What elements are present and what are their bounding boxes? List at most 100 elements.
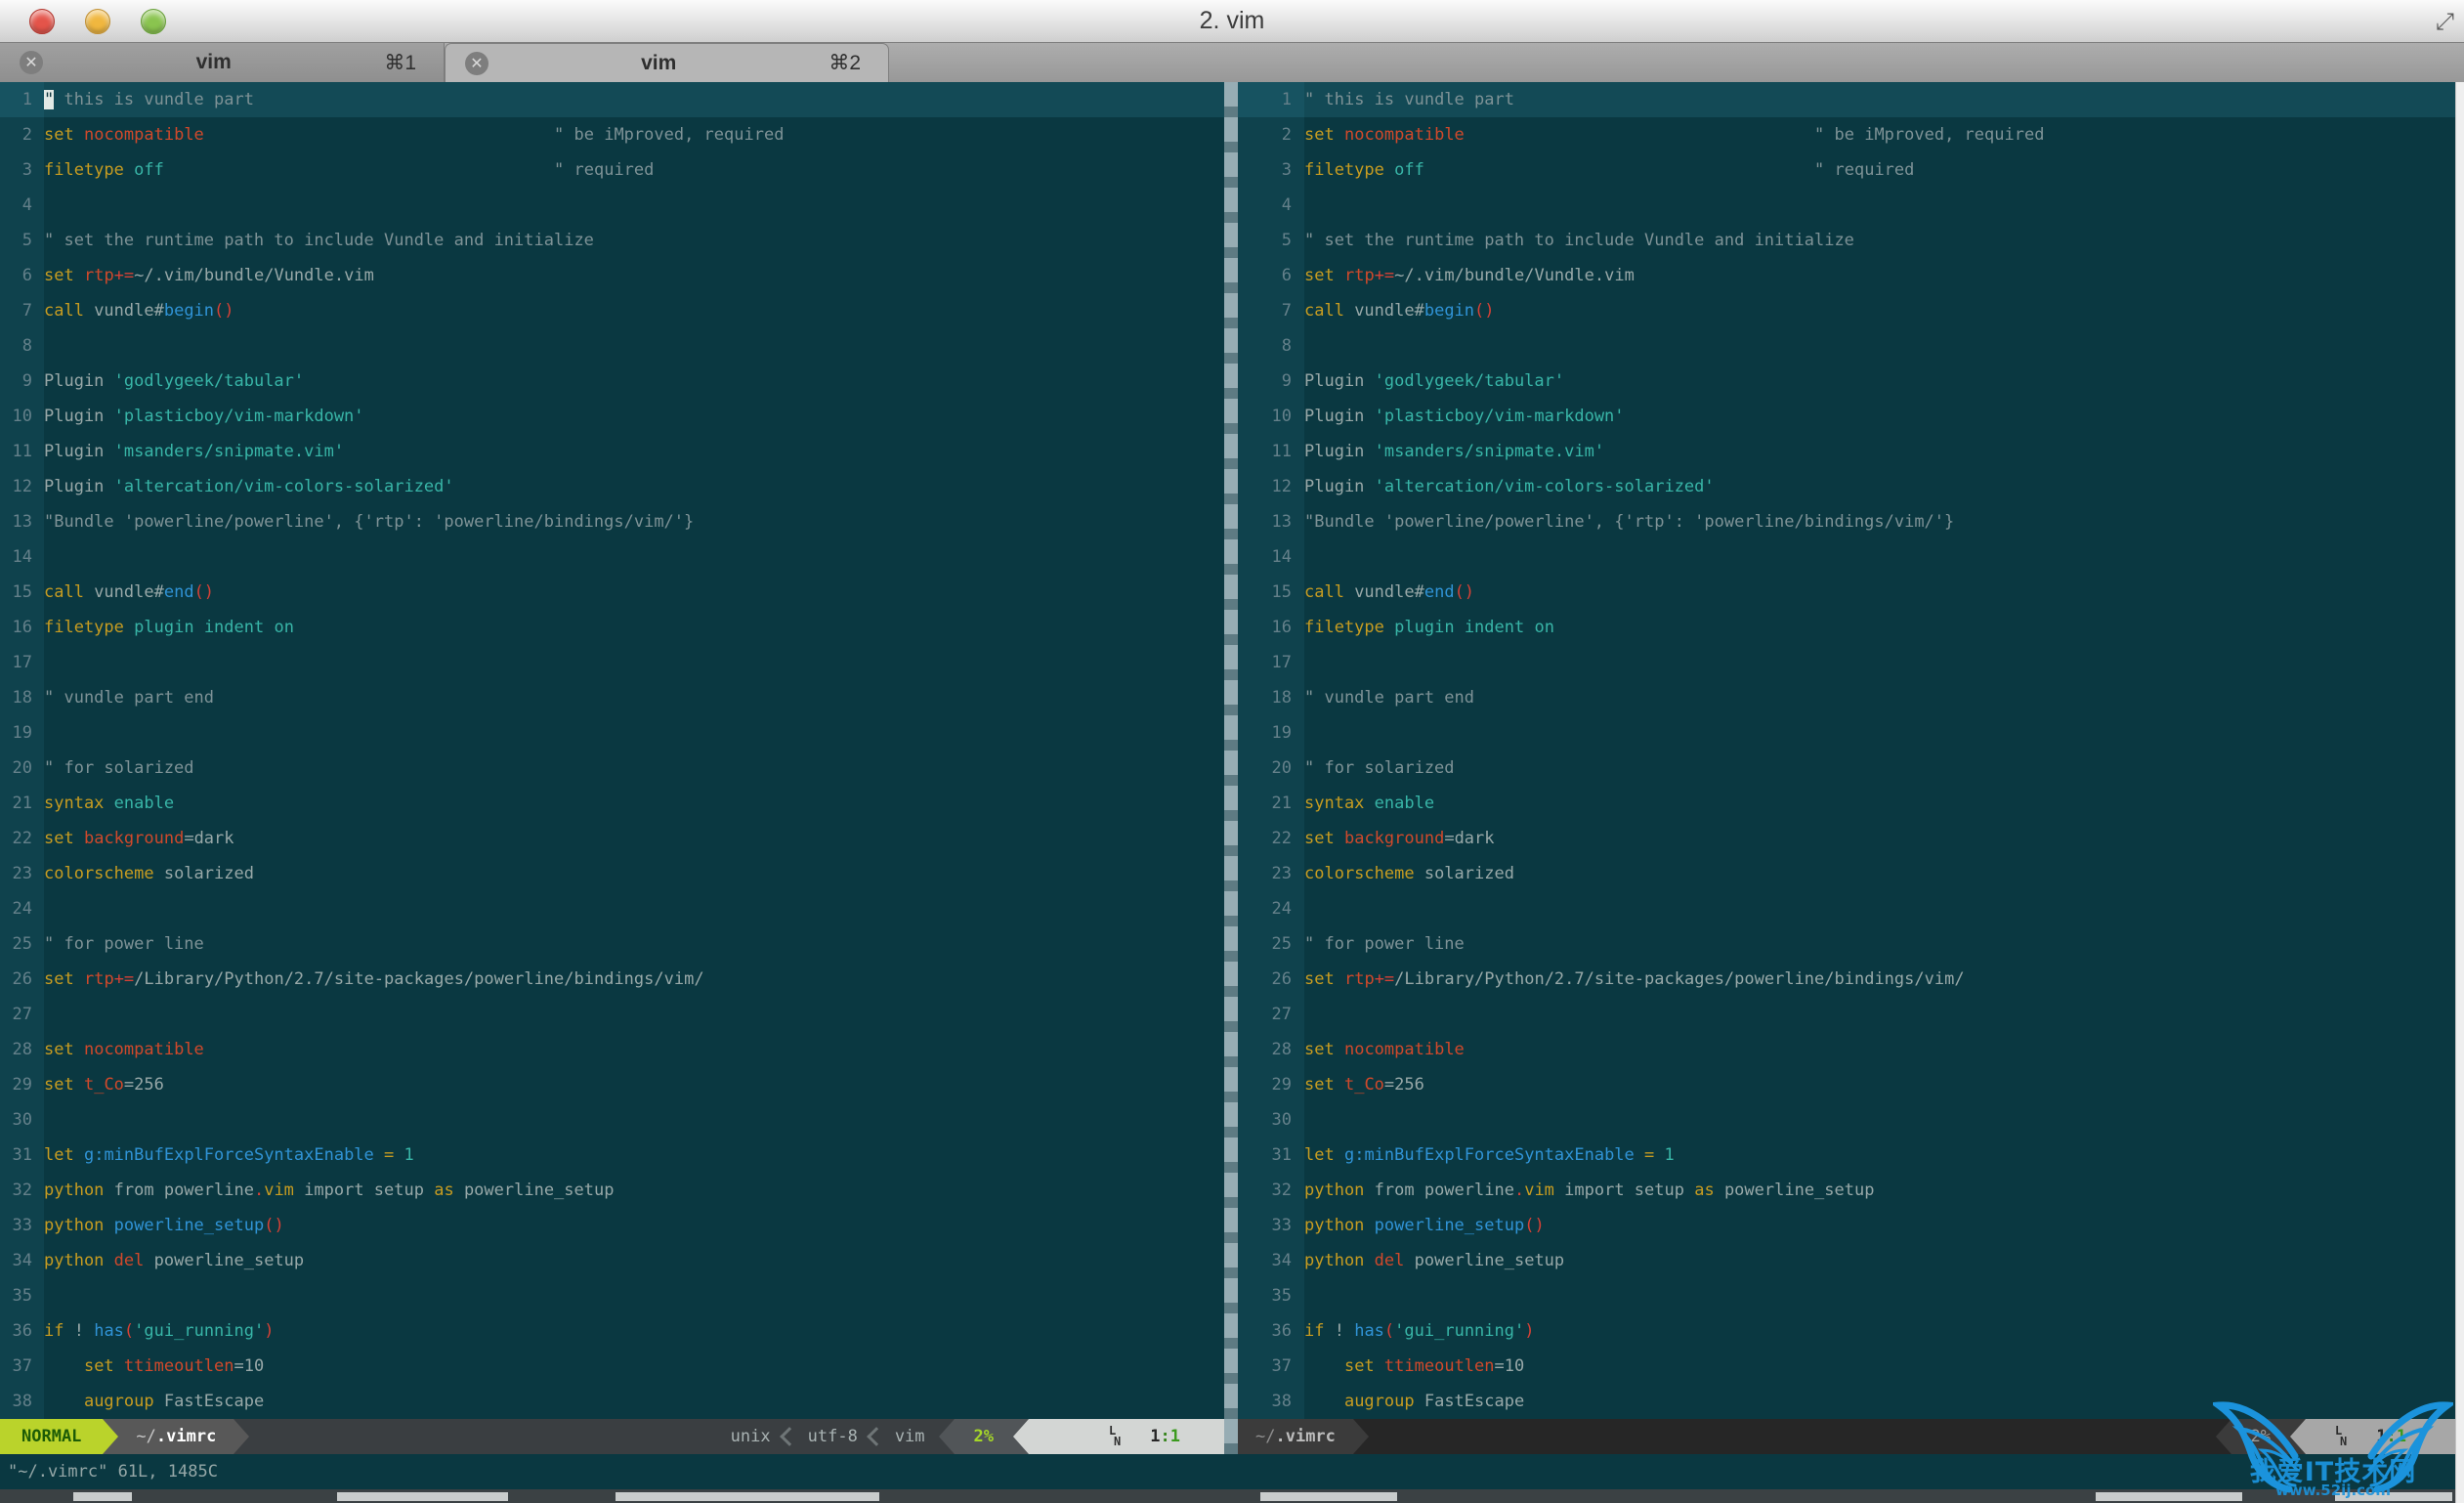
- code-line[interactable]: 18 " vundle part end: [0, 680, 1224, 715]
- code-line[interactable]: 24: [1238, 891, 2455, 926]
- code-line[interactable]: 22 set background=dark: [1238, 821, 2455, 856]
- code-text: if ! has('gui_running'): [1304, 1321, 1535, 1341]
- code-line[interactable]: 32 python from powerline.vim import setup…: [1238, 1173, 2455, 1208]
- filetype-indicator: vim: [894, 1427, 925, 1446]
- code-line[interactable]: 38 augroup FastEscape: [1238, 1384, 2455, 1419]
- code-line[interactable]: 10 Plugin 'plasticboy/vim-markdown': [1238, 399, 2455, 434]
- code-text: filetype off " required: [1304, 160, 1915, 180]
- code-line[interactable]: 17: [1238, 645, 2455, 680]
- code-line[interactable]: 1 " this is vundle part: [0, 82, 1224, 117]
- code-line[interactable]: 13 "Bundle 'powerline/powerline', {'rtp':…: [0, 504, 1224, 539]
- code-line[interactable]: 25 " for power line: [1238, 926, 2455, 962]
- code-line[interactable]: 3 filetype off " required: [0, 152, 1224, 188]
- code-line[interactable]: 29 set t_Co=256: [0, 1067, 1224, 1102]
- line-number: 12: [1238, 469, 1304, 504]
- code-line[interactable]: 12 Plugin 'altercation/vim-colors-solariz…: [1238, 469, 2455, 504]
- code-line[interactable]: 27: [1238, 997, 2455, 1032]
- vim-pane-right[interactable]: 1 " this is vundle part 2 set nocompatible …: [1238, 82, 2455, 1419]
- code-line[interactable]: 37 set ttimeoutlen=10: [1238, 1349, 2455, 1384]
- code-line[interactable]: 9 Plugin 'godlygeek/tabular': [1238, 364, 2455, 399]
- tab-close-icon[interactable]: ✕: [20, 51, 43, 74]
- code-line[interactable]: 32 python from powerline.vim import setup…: [0, 1173, 1224, 1208]
- code-line[interactable]: 38 augroup FastEscape: [0, 1384, 1224, 1419]
- code-line[interactable]: 26 set rtp+=/Library/Python/2.7/site-pack…: [0, 962, 1224, 997]
- code-text: set background=dark: [44, 829, 234, 848]
- code-line[interactable]: 27: [0, 997, 1224, 1032]
- code-line[interactable]: 6 set rtp+=~/.vim/bundle/Vundle.vim: [0, 258, 1224, 293]
- code-line[interactable]: 2 set nocompatible " be iMproved, require…: [1238, 117, 2455, 152]
- pane-divider[interactable]: [1224, 82, 1238, 1454]
- code-line[interactable]: 21 syntax enable: [1238, 786, 2455, 821]
- code-line[interactable]: 16 filetype plugin indent on: [1238, 610, 2455, 645]
- code-line[interactable]: 23 colorscheme solarized: [0, 856, 1224, 891]
- code-line[interactable]: 4: [1238, 188, 2455, 223]
- code-line[interactable]: 7 call vundle#begin(): [0, 293, 1224, 328]
- code-line[interactable]: 3 filetype off " required: [1238, 152, 2455, 188]
- code-line[interactable]: 17: [0, 645, 1224, 680]
- tab-vim-2[interactable]: ✕ vim ⌘2: [445, 43, 889, 82]
- code-line[interactable]: 6 set rtp+=~/.vim/bundle/Vundle.vim: [1238, 258, 2455, 293]
- fullscreen-icon[interactable]: ⤢: [2436, 8, 2454, 35]
- code-line[interactable]: 33 python powerline_setup(): [0, 1208, 1224, 1243]
- code-line[interactable]: 26 set rtp+=/Library/Python/2.7/site-pack…: [1238, 962, 2455, 997]
- line-number: 23: [0, 856, 44, 891]
- code-line[interactable]: 33 python powerline_setup(): [1238, 1208, 2455, 1243]
- code-line[interactable]: 36 if ! has('gui_running'): [0, 1313, 1224, 1349]
- code-line[interactable]: 19: [0, 715, 1224, 751]
- code-text: augroup FastEscape: [83, 1392, 265, 1411]
- code-line[interactable]: 14: [0, 539, 1224, 575]
- code-line[interactable]: 16 filetype plugin indent on: [0, 610, 1224, 645]
- code-line[interactable]: 36 if ! has('gui_running'): [1238, 1313, 2455, 1349]
- code-line[interactable]: 34 python del powerline_setup: [0, 1243, 1224, 1278]
- code-line[interactable]: 13 "Bundle 'powerline/powerline', {'rtp':…: [1238, 504, 2455, 539]
- code-line[interactable]: 24: [0, 891, 1224, 926]
- window-title: 2. vim: [1199, 7, 1265, 34]
- code-line[interactable]: 11 Plugin 'msanders/snipmate.vim': [0, 434, 1224, 469]
- code-line[interactable]: 8: [0, 328, 1224, 364]
- code-line[interactable]: 20 " for solarized: [0, 751, 1224, 786]
- code-line[interactable]: 28 set nocompatible: [0, 1032, 1224, 1067]
- code-line[interactable]: 14: [1238, 539, 2455, 575]
- code-line[interactable]: 8: [1238, 328, 2455, 364]
- code-line[interactable]: 22 set background=dark: [0, 821, 1224, 856]
- code-line[interactable]: 31 let g:minBufExplForceSyntaxEnable = 1: [1238, 1138, 2455, 1173]
- code-line[interactable]: 29 set t_Co=256: [1238, 1067, 2455, 1102]
- code-line[interactable]: 25 " for power line: [0, 926, 1224, 962]
- code-line[interactable]: 23 colorscheme solarized: [1238, 856, 2455, 891]
- scrollbar[interactable]: [2455, 82, 2464, 1503]
- code-text: if ! has('gui_running'): [44, 1321, 275, 1341]
- tab-shortcut: ⌘2: [828, 52, 861, 74]
- code-line[interactable]: 34 python del powerline_setup: [1238, 1243, 2455, 1278]
- code-line[interactable]: 21 syntax enable: [0, 786, 1224, 821]
- code-line[interactable]: 7 call vundle#begin(): [1238, 293, 2455, 328]
- code-line[interactable]: 9 Plugin 'godlygeek/tabular': [0, 364, 1224, 399]
- code-line[interactable]: 37 set ttimeoutlen=10: [0, 1349, 1224, 1384]
- tab-vim-1[interactable]: ✕ vim ⌘1: [0, 43, 445, 82]
- code-line[interactable]: 15 call vundle#end(): [1238, 575, 2455, 610]
- code-line[interactable]: 20 " for solarized: [1238, 751, 2455, 786]
- code-line[interactable]: 31 let g:minBufExplForceSyntaxEnable = 1: [0, 1138, 1224, 1173]
- code-line[interactable]: 1 " this is vundle part: [1238, 82, 2455, 117]
- code-line[interactable]: 35: [1238, 1278, 2455, 1313]
- code-line[interactable]: 19: [1238, 715, 2455, 751]
- code-line[interactable]: 11 Plugin 'msanders/snipmate.vim': [1238, 434, 2455, 469]
- code-text: augroup FastEscape: [1343, 1392, 1525, 1411]
- vim-pane-left[interactable]: 1 " this is vundle part 2 set nocompatible …: [0, 82, 1224, 1419]
- code-line[interactable]: 15 call vundle#end(): [0, 575, 1224, 610]
- code-line[interactable]: 18 " vundle part end: [1238, 680, 2455, 715]
- code-line[interactable]: 10 Plugin 'plasticboy/vim-markdown': [0, 399, 1224, 434]
- code-line[interactable]: 5 " set the runtime path to include Vundl…: [1238, 223, 2455, 258]
- code-text: " vundle part end: [44, 688, 214, 708]
- code-line[interactable]: 5 " set the runtime path to include Vundl…: [0, 223, 1224, 258]
- code-line[interactable]: 30: [0, 1102, 1224, 1138]
- code-line[interactable]: 28 set nocompatible: [1238, 1032, 2455, 1067]
- code-line[interactable]: 4: [0, 188, 1224, 223]
- code-line[interactable]: 12 Plugin 'altercation/vim-colors-solariz…: [0, 469, 1224, 504]
- code-line[interactable]: 2 set nocompatible " be iMproved, require…: [0, 117, 1224, 152]
- code-line[interactable]: 30: [1238, 1102, 2455, 1138]
- tab-label: vim: [195, 51, 232, 73]
- tab-close-icon[interactable]: ✕: [465, 51, 489, 75]
- code-line[interactable]: 35: [0, 1278, 1224, 1313]
